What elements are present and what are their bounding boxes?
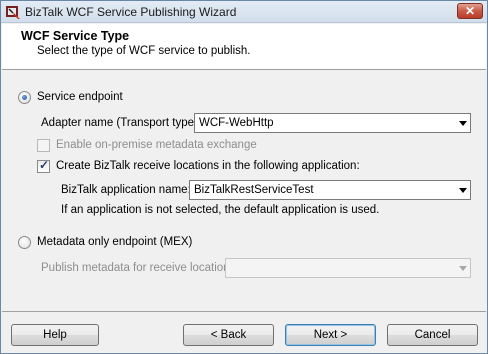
onpremise-metadata-label: Enable on-premise metadata exchange	[56, 139, 257, 151]
adapter-name-dropdown[interactable]: WCF-WebHttp	[194, 113, 471, 133]
create-receive-locations-checkbox[interactable]: ✓	[37, 158, 50, 173]
service-endpoint-label: Service endpoint	[37, 91, 123, 103]
cancel-button[interactable]: Cancel	[387, 324, 478, 346]
close-icon: ✕	[464, 4, 476, 18]
biztalk-app-icon	[6, 6, 20, 19]
back-button[interactable]: < Back	[183, 324, 274, 346]
chevron-down-icon	[459, 121, 467, 126]
adapter-name-label: Adapter name (Transport type):	[41, 117, 202, 129]
service-endpoint-radio[interactable]	[18, 91, 31, 104]
app-name-dropdown[interactable]: BizTalkRestServiceTest	[189, 180, 471, 200]
window-title: BizTalk WCF Service Publishing Wizard	[25, 5, 237, 19]
page-subtitle: Select the type of WCF service to publis…	[37, 45, 251, 57]
app-name-value: BizTalkRestServiceTest	[194, 184, 314, 196]
radio-selected-dot	[22, 95, 27, 100]
publish-metadata-dropdown[interactable]	[225, 258, 471, 278]
footer-divider	[2, 311, 486, 312]
close-button[interactable]: ✕	[457, 3, 483, 19]
publish-metadata-label: Publish metadata for receive location:	[41, 262, 233, 274]
create-receive-locations-label: Create BizTalk receive locations in the …	[56, 160, 360, 172]
page-header: WCF Service Type Select the type of WCF …	[2, 24, 486, 70]
metadata-endpoint-label: Metadata only endpoint (MEX)	[37, 236, 193, 248]
chevron-down-icon	[459, 188, 467, 193]
adapter-name-value: WCF-WebHttp	[199, 117, 274, 129]
default-application-note: If an application is not selected, the d…	[61, 204, 380, 216]
chevron-down-icon	[459, 266, 467, 271]
next-button[interactable]: Next >	[285, 324, 376, 346]
app-name-label: BizTalk application name:	[61, 184, 191, 196]
wizard-window: BizTalk WCF Service Publishing Wizard ✕ …	[0, 0, 488, 354]
onpremise-metadata-checkbox[interactable]	[37, 139, 50, 152]
help-button[interactable]: Help	[11, 324, 99, 346]
page-title: WCF Service Type	[21, 29, 130, 43]
checkmark-icon: ✓	[39, 158, 50, 172]
title-bar[interactable]: BizTalk WCF Service Publishing Wizard ✕	[1, 1, 487, 23]
metadata-endpoint-radio[interactable]	[18, 236, 31, 249]
